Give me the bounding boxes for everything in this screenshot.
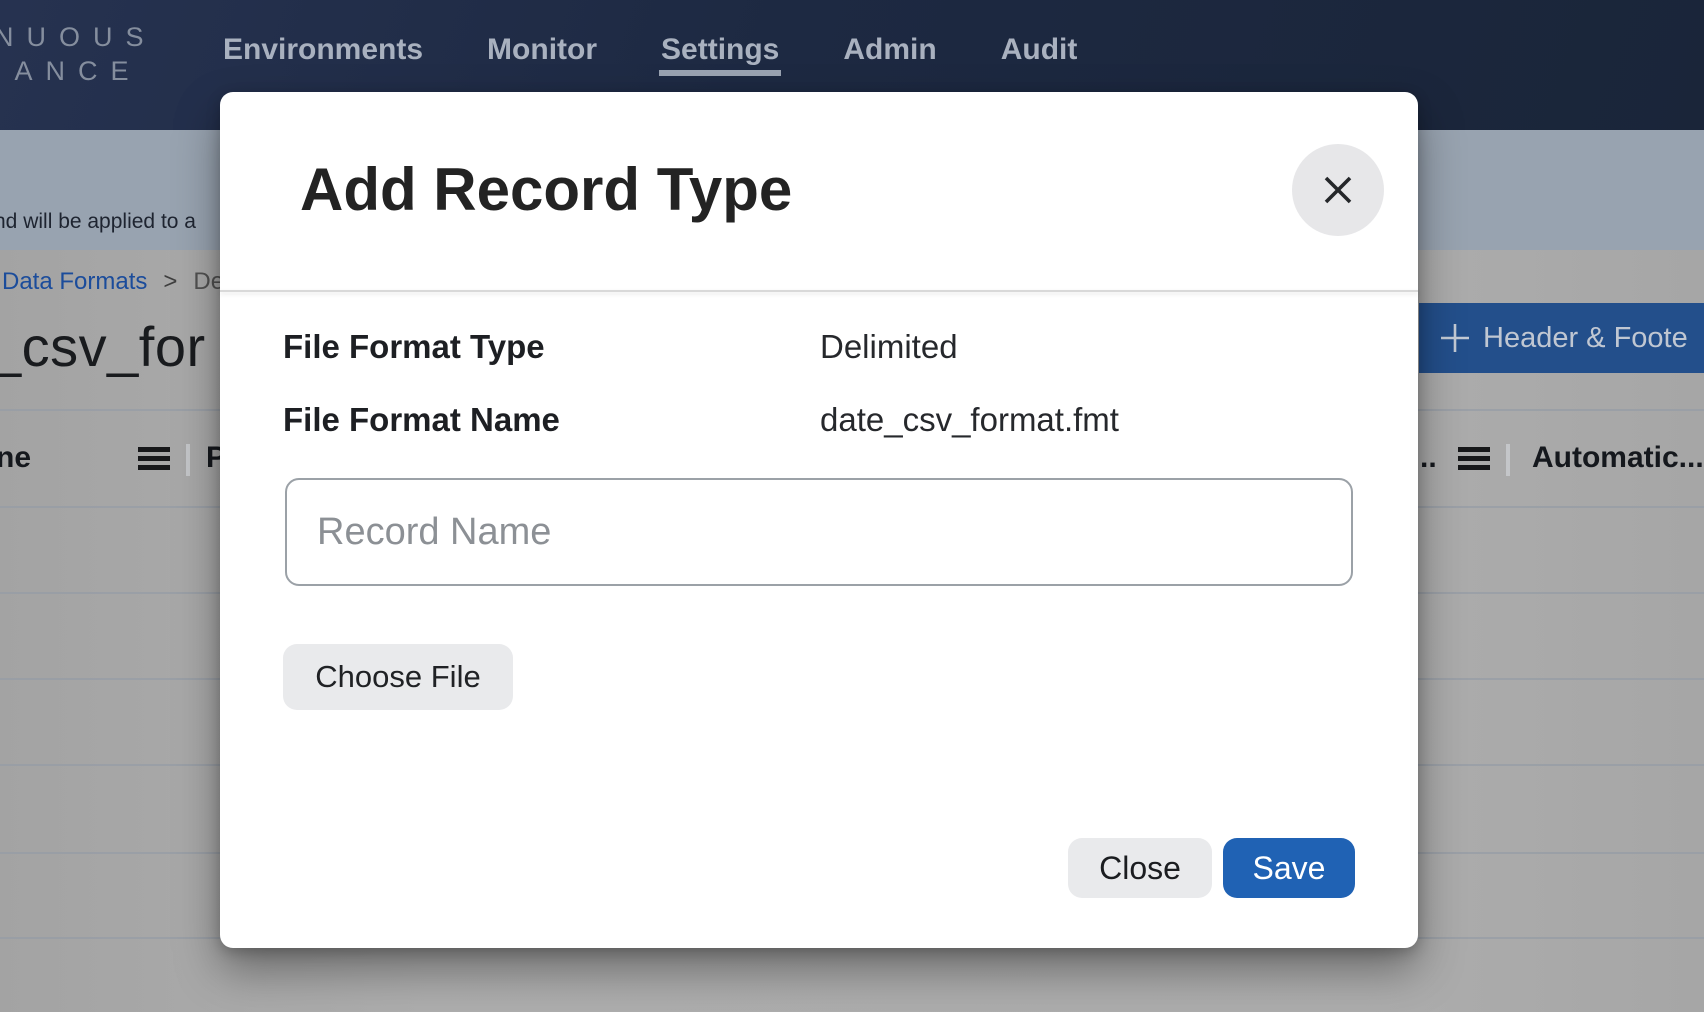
column-header-automatic: Automatic... (1532, 441, 1704, 475)
add-header-footer-button[interactable]: Header & Foote (1419, 303, 1704, 373)
column-separator[interactable] (186, 444, 190, 476)
file-format-type-value: Delimited (820, 328, 958, 366)
app-logo[interactable]: NUOUS IANCE (0, 20, 157, 88)
add-header-footer-label: Header & Foote (1483, 322, 1688, 355)
close-modal-button[interactable] (1292, 144, 1384, 236)
nav-menu: Environments Monitor Settings Admin Audi… (223, 32, 1077, 67)
modal-header-divider (220, 290, 1418, 292)
file-format-type-label: File Format Type (283, 328, 545, 366)
column-header-name: ne (0, 441, 31, 475)
file-format-name-label: File Format Name (283, 401, 560, 439)
nav-item-settings[interactable]: Settings (661, 32, 779, 67)
file-format-name-value: date_csv_format.fmt (820, 401, 1119, 439)
choose-file-button[interactable]: Choose File (283, 644, 513, 710)
save-button[interactable]: Save (1223, 838, 1355, 898)
add-record-type-modal: Add Record Type File Format Type Delimit… (220, 92, 1418, 948)
nav-item-environments[interactable]: Environments (223, 32, 423, 67)
column-menu-icon[interactable] (138, 447, 170, 470)
close-icon (1319, 171, 1357, 209)
app-screen: NUOUS IANCE Environments Monitor Setting… (0, 0, 1704, 1012)
info-banner-text: nd will be applied to a (0, 210, 196, 234)
modal-title: Add Record Type (300, 155, 792, 225)
breadcrumb: Data Formats > De (2, 268, 224, 296)
page-title: _csv_for (0, 314, 206, 379)
logo-line-2: IANCE (0, 54, 157, 88)
nav-item-admin[interactable]: Admin (843, 32, 936, 67)
nav-item-monitor[interactable]: Monitor (487, 32, 597, 67)
column-header-truncated: .. (1420, 441, 1437, 475)
logo-line-1: NUOUS (0, 20, 157, 54)
record-name-input[interactable] (285, 478, 1353, 586)
plus-icon (1438, 321, 1472, 355)
breadcrumb-separator-icon: > (163, 268, 177, 296)
breadcrumb-link-data-formats[interactable]: Data Formats (2, 268, 147, 296)
column-separator[interactable] (1506, 444, 1510, 476)
close-button[interactable]: Close (1068, 838, 1212, 898)
column-menu-icon[interactable] (1458, 447, 1490, 470)
nav-item-audit[interactable]: Audit (1001, 32, 1078, 67)
